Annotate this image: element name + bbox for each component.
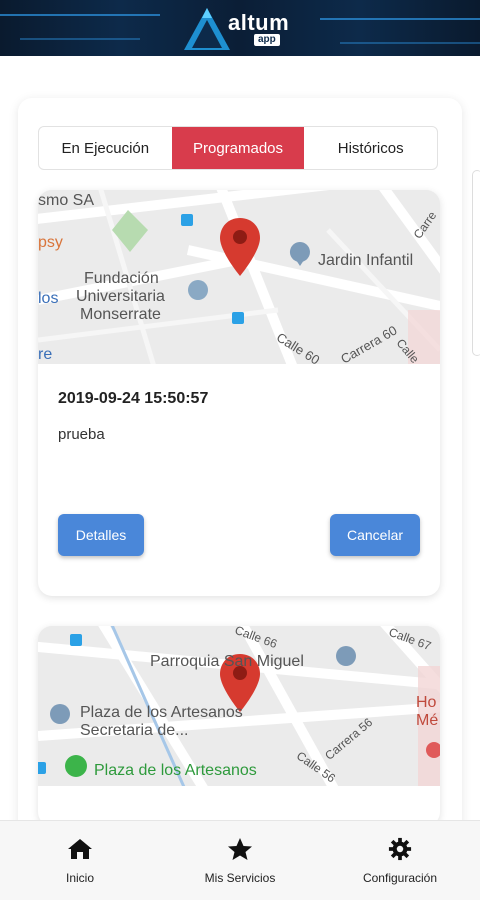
- map-preview[interactable]: smo SA psy Fundación Universitaria Monse…: [38, 190, 440, 364]
- map-preview[interactable]: Parroquia San Miguel Plaza de los Artesa…: [38, 626, 440, 786]
- app-header: altum app: [0, 0, 480, 56]
- map-label: Mé: [416, 712, 439, 729]
- nav-configuracion[interactable]: Configuración: [320, 821, 480, 900]
- tab-historicos[interactable]: Históricos: [304, 127, 437, 169]
- map-label: re: [38, 346, 53, 363]
- map-label: Parroquia San Miguel: [150, 653, 304, 670]
- nav-label: Configuración: [362, 870, 438, 885]
- map-label: smo SA: [38, 192, 95, 209]
- gear-icon: [388, 837, 412, 860]
- cancel-button[interactable]: Cancelar: [330, 514, 420, 556]
- map-label: Universitaria: [76, 288, 165, 305]
- map-label: Fundación: [84, 270, 159, 287]
- map-label: Secretaria de...: [80, 722, 189, 739]
- map-label: Ho: [416, 694, 437, 711]
- home-icon: [68, 838, 92, 859]
- map-label: Plaza de los Artesanos: [94, 762, 257, 779]
- map-label: Monserrate: [80, 306, 161, 323]
- altum-logo: altum app: [182, 6, 302, 52]
- map-label: Plaza de los Artesanos: [80, 704, 243, 721]
- service-datetime: 2019-09-24 15:50:57: [58, 390, 209, 407]
- nav-label: Mis Servicios: [204, 870, 276, 885]
- tab-en-ejecucion[interactable]: En Ejecución: [39, 127, 172, 169]
- map-label: Jardin Infantil: [318, 252, 414, 269]
- scroll-indicator: [472, 170, 480, 356]
- logo-subtext: app: [254, 34, 280, 46]
- service-card: Parroquia San Miguel Plaza de los Artesa…: [38, 626, 440, 826]
- nav-mis-servicios[interactable]: Mis Servicios: [160, 821, 320, 900]
- tab-programados[interactable]: Programados: [171, 127, 305, 169]
- bottom-navigation: Inicio Mis Servicios Configuración: [0, 820, 480, 900]
- nav-inicio[interactable]: Inicio: [0, 821, 160, 900]
- map-label: psy: [38, 234, 63, 251]
- star-icon: [228, 837, 252, 860]
- map-label: los: [38, 290, 59, 307]
- nav-label: Inicio: [65, 870, 94, 885]
- service-card: smo SA psy Fundación Universitaria Monse…: [38, 190, 440, 596]
- service-description: prueba: [58, 426, 105, 443]
- logo-text: altum: [228, 10, 290, 35]
- service-tabs: En Ejecución Programados Históricos: [38, 126, 438, 170]
- details-button[interactable]: Detalles: [58, 514, 144, 556]
